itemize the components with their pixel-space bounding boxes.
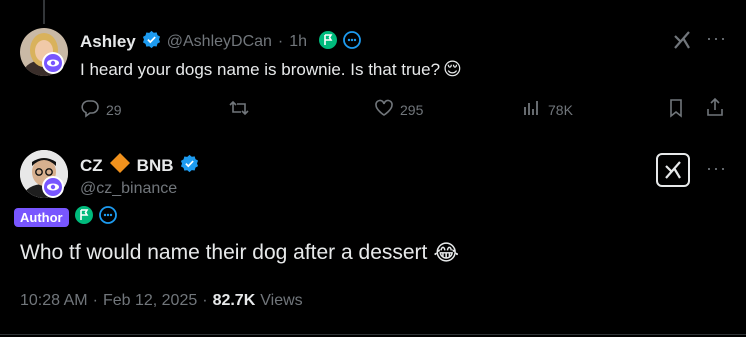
- views-button[interactable]: 78K: [522, 98, 573, 121]
- timestamp-date[interactable]: Feb 12, 2025: [103, 292, 197, 310]
- like-count: 295: [400, 101, 424, 118]
- verified-check-icon: [180, 154, 199, 178]
- relieved-emoji: 😌: [443, 59, 462, 79]
- heart-icon: [374, 98, 394, 121]
- grok-icon[interactable]: [656, 153, 690, 187]
- analytics-icon: [522, 98, 542, 121]
- verified-check-icon: [142, 30, 161, 54]
- main-display-name-a[interactable]: CZ: [80, 156, 103, 176]
- thread-line: [43, 0, 45, 24]
- views-label: Views: [260, 292, 303, 309]
- reply-time[interactable]: 1h: [289, 33, 307, 51]
- eye-badge-icon: [42, 52, 64, 74]
- timestamp-row: 10:28 AM · Feb 12, 2025 · 82.7K Views: [20, 292, 303, 310]
- green-flag-icon: [319, 30, 338, 54]
- grok-icon[interactable]: [672, 30, 692, 55]
- green-flag-icon: [74, 206, 93, 229]
- repost-icon: [228, 98, 250, 121]
- comment-icon: [80, 98, 100, 121]
- like-button[interactable]: 295: [374, 98, 423, 121]
- reply-text-row: I heard your dogs name is brownie. Is th…: [80, 59, 462, 80]
- main-handle[interactable]: @cz_binance: [80, 180, 177, 198]
- main-text: Who tf would name their dog after a dess…: [20, 241, 428, 264]
- repost-button[interactable]: [228, 98, 250, 121]
- share-icon[interactable]: [705, 97, 725, 122]
- reply-display-name[interactable]: Ashley: [80, 32, 136, 52]
- reply-handle[interactable]: @AshleyDCan: [167, 33, 272, 51]
- author-badge-row: Author: [14, 206, 117, 229]
- reply-dot: ·: [277, 33, 284, 50]
- views-count: 78K: [548, 101, 573, 118]
- laughing-emoji: 😂: [433, 240, 460, 265]
- reply-text: I heard your dogs name is brownie. Is th…: [80, 59, 441, 79]
- main-display-name-b[interactable]: BNB: [137, 156, 174, 176]
- views-count: 82.7K: [212, 292, 256, 309]
- blue-circle-icon: [98, 206, 117, 229]
- timestamp-time[interactable]: 10:28 AM: [20, 292, 88, 310]
- blue-circle-icon: [343, 30, 361, 54]
- main-more-icon[interactable]: ···: [706, 158, 727, 179]
- main-header: CZ BNB: [80, 152, 199, 179]
- main-text-row: Who tf would name their dog after a dess…: [20, 240, 459, 266]
- reply-comment-button[interactable]: 29: [80, 98, 122, 121]
- reply-header: Ashley @AshleyDCan · 1h: [80, 30, 361, 54]
- eye-badge-icon: [42, 176, 64, 198]
- bnb-diamond-icon: [109, 152, 131, 179]
- timestamp-separator: ·: [92, 292, 98, 309]
- reply-count: 29: [106, 101, 122, 118]
- author-badge: Author: [14, 208, 69, 227]
- views-separator: ·: [202, 292, 208, 309]
- bottom-divider: [0, 334, 746, 335]
- bookmark-icon[interactable]: [667, 98, 685, 123]
- reply-more-icon[interactable]: ···: [706, 28, 727, 49]
